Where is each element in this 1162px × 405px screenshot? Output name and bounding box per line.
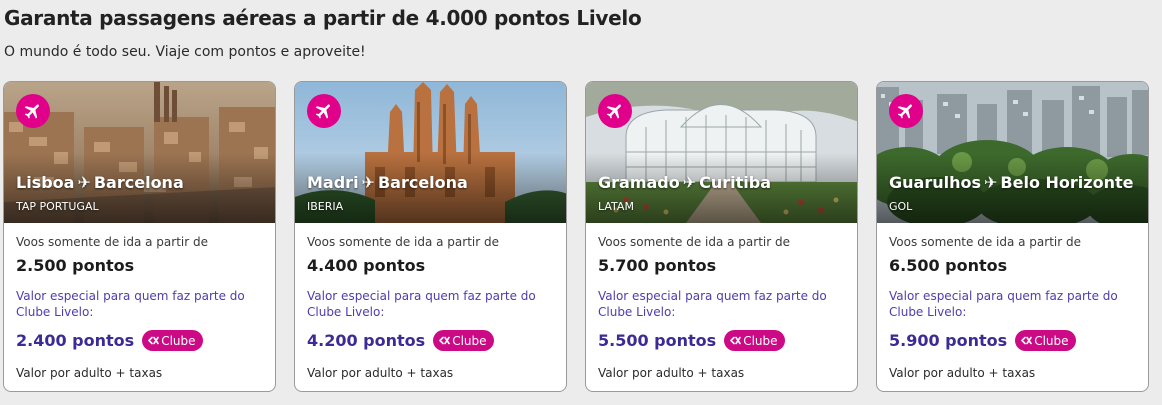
- destination-city: Belo Horizonte: [1000, 173, 1134, 192]
- route-title: Gramado ✈ Curitiba: [598, 173, 771, 192]
- flight-offer-card-gramado-curitiba[interactable]: Gramado ✈ Curitiba LATAM Voos somente de i…: [585, 81, 858, 392]
- club-badge: Clube: [433, 330, 494, 351]
- club-logo-icon: [1021, 336, 1032, 345]
- points-price: 4.400 pontos: [307, 256, 426, 275]
- airplane-icon: [307, 94, 341, 128]
- origin-city: Madri: [307, 173, 359, 192]
- one-way-label: Voos somente de ida a partir de: [307, 235, 499, 249]
- airplane-arrow-icon: ✈: [361, 173, 375, 192]
- route-title: Madri ✈ Barcelona: [307, 173, 468, 192]
- origin-city: Lisboa: [16, 173, 75, 192]
- flight-offers-list: Lisboa ✈ Barcelona TAP PORTUGAL Voos somen…: [3, 81, 1153, 392]
- flight-offer-card-guarulhos-belo-horizonte[interactable]: Guarulhos ✈ Belo Horizonte GOL Voos soment…: [876, 81, 1149, 392]
- page-subtitle: O mundo é todo seu. Viaje com pontos e a…: [4, 44, 366, 60]
- airplane-arrow-icon: ✈: [77, 173, 91, 192]
- club-badge: Clube: [142, 330, 203, 351]
- points-price: 2.500 pontos: [16, 256, 135, 275]
- destination-city: Barcelona: [93, 173, 184, 192]
- price-footnote: Valor por adulto + taxas: [307, 366, 454, 380]
- destination-photo: Guarulhos ✈ Belo Horizonte GOL: [877, 82, 1148, 223]
- origin-city: Gramado: [598, 173, 680, 192]
- club-badge: Clube: [1015, 330, 1076, 351]
- airplane-icon: [889, 94, 923, 128]
- destination-photo: Gramado ✈ Curitiba LATAM: [586, 82, 857, 223]
- price-footnote: Valor por adulto + taxas: [16, 366, 163, 380]
- price-footnote: Valor por adulto + taxas: [598, 366, 745, 380]
- airplane-arrow-icon: ✈: [984, 173, 998, 192]
- one-way-label: Voos somente de ida a partir de: [889, 235, 1081, 249]
- flight-offer-card-lisboa-barcelona[interactable]: Lisboa ✈ Barcelona TAP PORTUGAL Voos somen…: [3, 81, 276, 392]
- club-points-price: 4.200 pontos: [307, 331, 426, 350]
- origin-city: Guarulhos: [889, 173, 981, 192]
- club-points-price: 5.500 pontos: [598, 331, 717, 350]
- destination-city: Barcelona: [377, 173, 468, 192]
- airplane-icon: [16, 94, 50, 128]
- club-points-price: 5.900 pontos: [889, 331, 1008, 350]
- flight-offer-card-madri-barcelona[interactable]: Madri ✈ Barcelona IBERIA Voos somente de i…: [294, 81, 567, 392]
- destination-photo: Lisboa ✈ Barcelona TAP PORTUGAL: [4, 82, 275, 223]
- club-special-text: Valor especial para quem faz parte do Cl…: [307, 289, 536, 319]
- club-special-text: Valor especial para quem faz parte do Cl…: [598, 289, 827, 319]
- airline-name: IBERIA: [307, 200, 344, 213]
- points-price: 5.700 pontos: [598, 256, 717, 275]
- destination-city: Curitiba: [699, 173, 772, 192]
- club-logo-icon: [730, 336, 741, 345]
- airplane-icon: [598, 94, 632, 128]
- airplane-arrow-icon: ✈: [682, 173, 697, 192]
- points-price: 6.500 pontos: [889, 256, 1008, 275]
- airline-name: LATAM: [598, 200, 634, 213]
- club-logo-icon: [439, 336, 450, 345]
- destination-photo: Madri ✈ Barcelona IBERIA: [295, 82, 566, 223]
- club-badge: Clube: [724, 330, 785, 351]
- one-way-label: Voos somente de ida a partir de: [16, 235, 208, 249]
- club-points-price: 2.400 pontos: [16, 331, 135, 350]
- club-special-text: Valor especial para quem faz parte do Cl…: [16, 289, 245, 319]
- price-footnote: Valor por adulto + taxas: [889, 366, 1036, 380]
- club-logo-icon: [148, 336, 159, 345]
- route-title: Guarulhos ✈ Belo Horizonte: [889, 173, 1133, 192]
- page-title: Garanta passagens aéreas a partir de 4.0…: [4, 6, 642, 30]
- airline-name: GOL: [889, 200, 913, 213]
- one-way-label: Voos somente de ida a partir de: [598, 235, 790, 249]
- route-title: Lisboa ✈ Barcelona: [16, 173, 184, 192]
- airline-name: TAP PORTUGAL: [16, 200, 99, 213]
- club-special-text: Valor especial para quem faz parte do Cl…: [889, 289, 1118, 319]
